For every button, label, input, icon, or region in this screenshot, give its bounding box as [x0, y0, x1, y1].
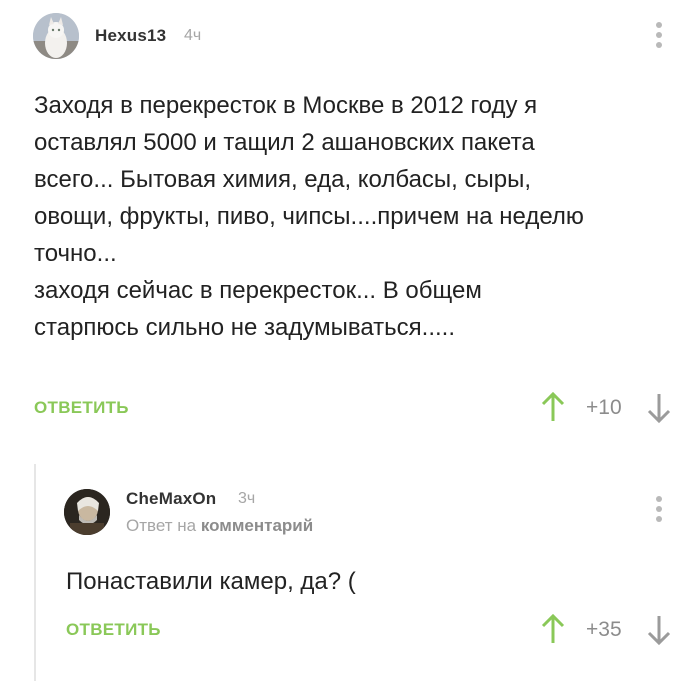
- reply-button[interactable]: ОТВЕТИТЬ: [66, 620, 161, 640]
- arrow-down-icon[interactable]: [646, 614, 672, 646]
- arrow-up-icon[interactable]: [540, 613, 566, 645]
- username[interactable]: Hexus13: [95, 26, 166, 46]
- timestamp: 3ч: [238, 490, 256, 507]
- comment-text: Понаставили камер, да? (: [66, 568, 356, 595]
- reply-to-link[interactable]: комментарий: [201, 516, 313, 535]
- thread-line: [34, 464, 36, 681]
- rating-count: +10: [586, 396, 622, 419]
- avatar[interactable]: [64, 489, 110, 535]
- timestamp: 4ч: [184, 27, 202, 44]
- arrow-up-icon[interactable]: [540, 391, 566, 423]
- comment-text: Заходя в перекресток в Москве в 2012 год…: [34, 92, 584, 341]
- more-vertical-icon[interactable]: [654, 22, 664, 48]
- avatar[interactable]: [33, 13, 79, 59]
- username[interactable]: CheMaxOn: [126, 489, 216, 509]
- arrow-down-icon[interactable]: [646, 392, 672, 424]
- avatar-cat-image: [33, 13, 79, 59]
- avatar-warrior-image: [64, 489, 110, 535]
- comment: Hexus13 4ч Заходя в перекресток в Москве…: [0, 0, 700, 450]
- reply-to-prefix: Ответ на: [126, 516, 197, 535]
- more-vertical-icon[interactable]: [654, 496, 664, 522]
- reply-to-info: Ответ на комментарий: [126, 516, 313, 536]
- reply-button[interactable]: ОТВЕТИТЬ: [34, 398, 129, 418]
- rating-count: +35: [586, 618, 622, 641]
